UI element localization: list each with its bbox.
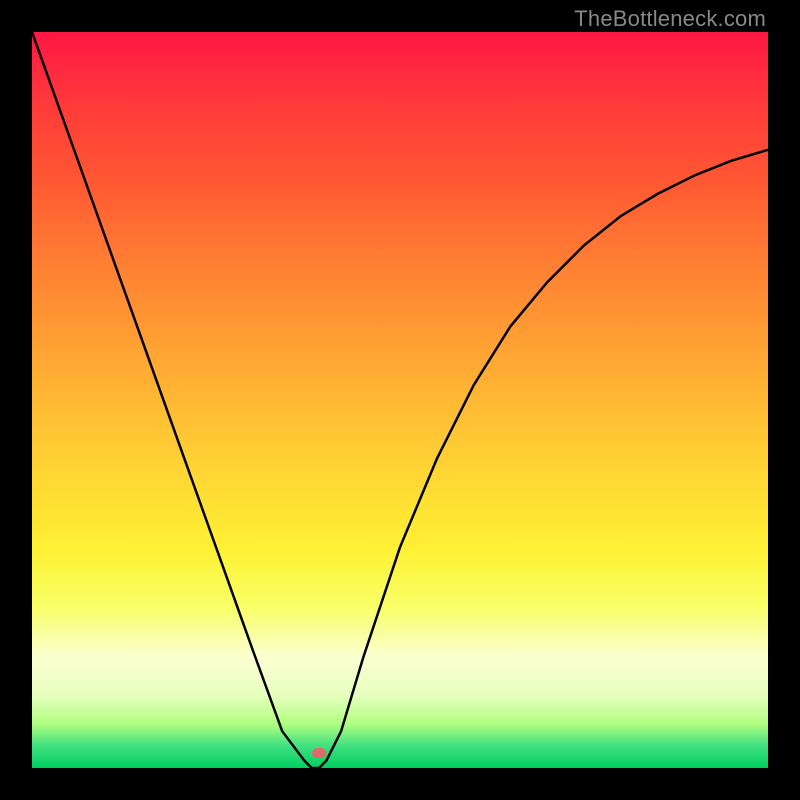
chart-frame: TheBottleneck.com [0,0,800,800]
attribution-label: TheBottleneck.com [574,6,766,32]
optimum-marker [312,748,326,758]
bottleneck-curve [32,32,768,768]
